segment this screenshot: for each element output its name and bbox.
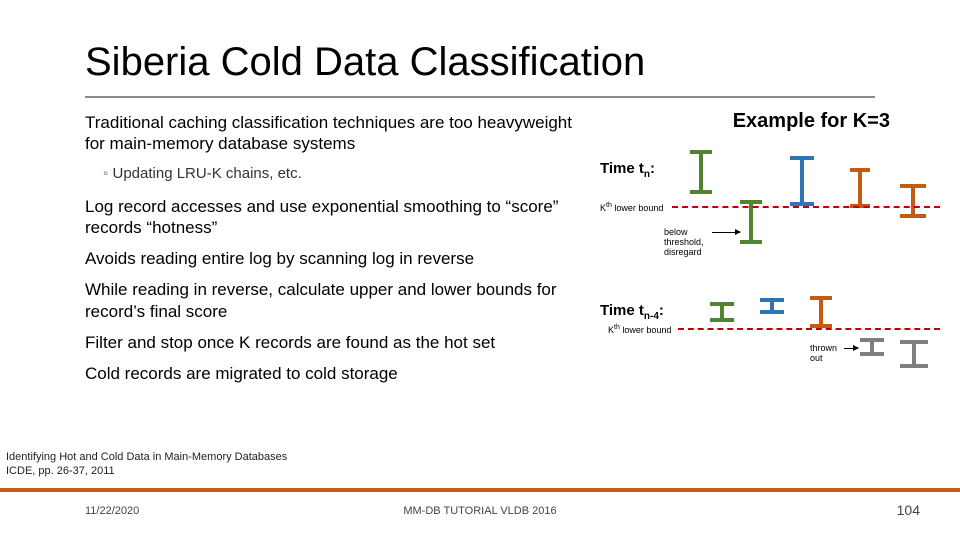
time-tn-prefix: Time t bbox=[600, 160, 644, 177]
ibeam-n4-4 bbox=[860, 338, 884, 356]
kth-bound-line-n bbox=[672, 206, 940, 208]
para-4: Filter and stop once K records are found… bbox=[85, 332, 585, 353]
kth-rest: lower bound bbox=[612, 203, 664, 213]
ibeam-n-4 bbox=[850, 168, 870, 208]
time-tn-label: Time tn: bbox=[600, 160, 655, 180]
slide-number: 104 bbox=[897, 502, 920, 518]
slide-title: Siberia Cold Data Classification bbox=[85, 40, 645, 85]
ibeam-n4-2 bbox=[760, 298, 784, 314]
ibeam-n-3 bbox=[790, 156, 814, 206]
thrown-out-label: thrown out bbox=[810, 344, 844, 364]
para-0: Traditional caching classification techn… bbox=[85, 112, 585, 155]
ibeam-n-5 bbox=[900, 184, 926, 218]
kth-rest-2: lower bound bbox=[620, 325, 672, 335]
time-tn4-label: Time tn-4: bbox=[600, 302, 664, 322]
arrow-thrown bbox=[844, 348, 858, 349]
example-title: Example for K=3 bbox=[733, 110, 890, 133]
kth-label-n: Kth lower bound bbox=[600, 202, 663, 214]
arrow-below bbox=[712, 232, 740, 233]
below-threshold-label: below threshold, disregard bbox=[664, 228, 710, 258]
time-tn4-suffix: : bbox=[659, 302, 664, 319]
citation-line-1: Identifying Hot and Cold Data in Main-Me… bbox=[6, 450, 287, 464]
slide: Siberia Cold Data Classification Traditi… bbox=[0, 0, 960, 540]
subbullet-0: Updating LRU-K chains, etc. bbox=[103, 165, 585, 182]
para-5: Cold records are migrated to cold storag… bbox=[85, 363, 585, 384]
ibeam-n-1 bbox=[690, 150, 712, 194]
time-tn4-sub: n-4 bbox=[644, 311, 659, 322]
time-tn4-prefix: Time t bbox=[600, 302, 644, 319]
title-divider bbox=[85, 96, 875, 98]
example-diagram: Time tn: Kth lower bound below threshold… bbox=[600, 150, 950, 410]
citation-line-2: ICDE, pp. 26-37, 2011 bbox=[6, 464, 287, 478]
citation: Identifying Hot and Cold Data in Main-Me… bbox=[6, 450, 287, 479]
time-tn-suffix: : bbox=[650, 160, 655, 177]
para-3: While reading in reverse, calculate uppe… bbox=[85, 279, 585, 322]
ibeam-n4-3 bbox=[810, 296, 832, 328]
kth-label-n4: Kth lower bound bbox=[608, 324, 671, 336]
ibeam-n4-5 bbox=[900, 340, 928, 368]
ibeam-n4-1 bbox=[710, 302, 734, 322]
para-1: Log record accesses and use exponential … bbox=[85, 196, 585, 239]
footer-divider bbox=[0, 488, 960, 492]
kth-bound-line-n4 bbox=[678, 328, 940, 330]
footer-center: MM-DB TUTORIAL VLDB 2016 bbox=[0, 505, 960, 517]
body-text: Traditional caching classification techn… bbox=[85, 112, 585, 394]
para-2: Avoids reading entire log by scanning lo… bbox=[85, 248, 585, 269]
